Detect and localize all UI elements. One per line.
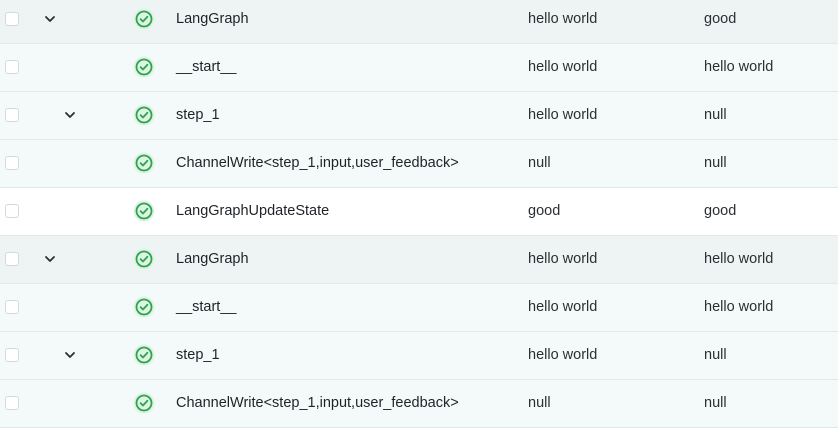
table-row[interactable]: __start__ hello world hello world: [0, 44, 838, 92]
run-output: hello world: [704, 59, 774, 75]
table-row[interactable]: step_1 hello world null: [0, 92, 838, 140]
check-circle-icon: [133, 56, 155, 78]
run-input: hello world: [528, 107, 598, 123]
run-input: hello world: [528, 11, 598, 27]
run-input: hello world: [528, 59, 598, 75]
run-output: null: [704, 107, 727, 123]
run-input: hello world: [528, 299, 598, 315]
run-name[interactable]: __start__: [176, 284, 236, 331]
run-name[interactable]: step_1: [176, 332, 220, 379]
table-row[interactable]: __start__ hello world hello world: [0, 284, 838, 332]
table-row[interactable]: ChannelWrite<step_1,input,user_feedback>…: [0, 380, 838, 428]
run-output: good: [704, 203, 737, 219]
row-checkbox[interactable]: [5, 12, 19, 26]
run-output: null: [704, 395, 727, 411]
row-checkbox[interactable]: [5, 156, 19, 170]
check-circle-icon: [133, 296, 155, 318]
row-checkbox[interactable]: [5, 60, 19, 74]
row-checkbox[interactable]: [5, 204, 19, 218]
runs-table: LangGraph hello world good __start__ hello w…: [0, 0, 838, 428]
run-name[interactable]: ChannelWrite<step_1,input,user_feedback>: [176, 380, 459, 427]
table-row[interactable]: LangGraph hello world hello world: [0, 236, 838, 284]
check-circle-icon: [133, 392, 155, 414]
run-name[interactable]: LangGraph: [176, 236, 249, 283]
table-row[interactable]: LangGraph hello world good: [0, 0, 838, 44]
chevron-down-icon[interactable]: [62, 107, 78, 123]
run-input: hello world: [528, 251, 598, 267]
run-input: good: [528, 203, 561, 219]
run-name[interactable]: ChannelWrite<step_1,input,user_feedback>: [176, 140, 459, 187]
row-checkbox[interactable]: [5, 108, 19, 122]
chevron-down-icon[interactable]: [42, 251, 58, 267]
row-checkbox[interactable]: [5, 348, 19, 362]
row-checkbox[interactable]: [5, 396, 19, 410]
table-row[interactable]: LangGraphUpdateState good good: [0, 188, 838, 236]
table-row[interactable]: ChannelWrite<step_1,input,user_feedback>…: [0, 140, 838, 188]
check-circle-icon: [133, 248, 155, 270]
run-output: good: [704, 11, 737, 27]
run-output: null: [704, 155, 727, 171]
check-circle-icon: [133, 104, 155, 126]
run-output: hello world: [704, 299, 774, 315]
chevron-down-icon[interactable]: [62, 347, 78, 363]
chevron-down-icon[interactable]: [42, 11, 58, 27]
row-checkbox[interactable]: [5, 300, 19, 314]
check-circle-icon: [133, 152, 155, 174]
check-circle-icon: [133, 344, 155, 366]
run-output: null: [704, 347, 727, 363]
run-input: null: [528, 155, 551, 171]
run-name[interactable]: LangGraphUpdateState: [176, 188, 329, 235]
run-name[interactable]: step_1: [176, 92, 220, 139]
check-circle-icon: [133, 200, 155, 222]
run-name[interactable]: __start__: [176, 44, 236, 91]
run-input: null: [528, 395, 551, 411]
run-output: hello world: [704, 251, 774, 267]
run-input: hello world: [528, 347, 598, 363]
table-row[interactable]: step_1 hello world null: [0, 332, 838, 380]
row-checkbox[interactable]: [5, 252, 19, 266]
run-name[interactable]: LangGraph: [176, 0, 249, 43]
check-circle-icon: [133, 8, 155, 30]
